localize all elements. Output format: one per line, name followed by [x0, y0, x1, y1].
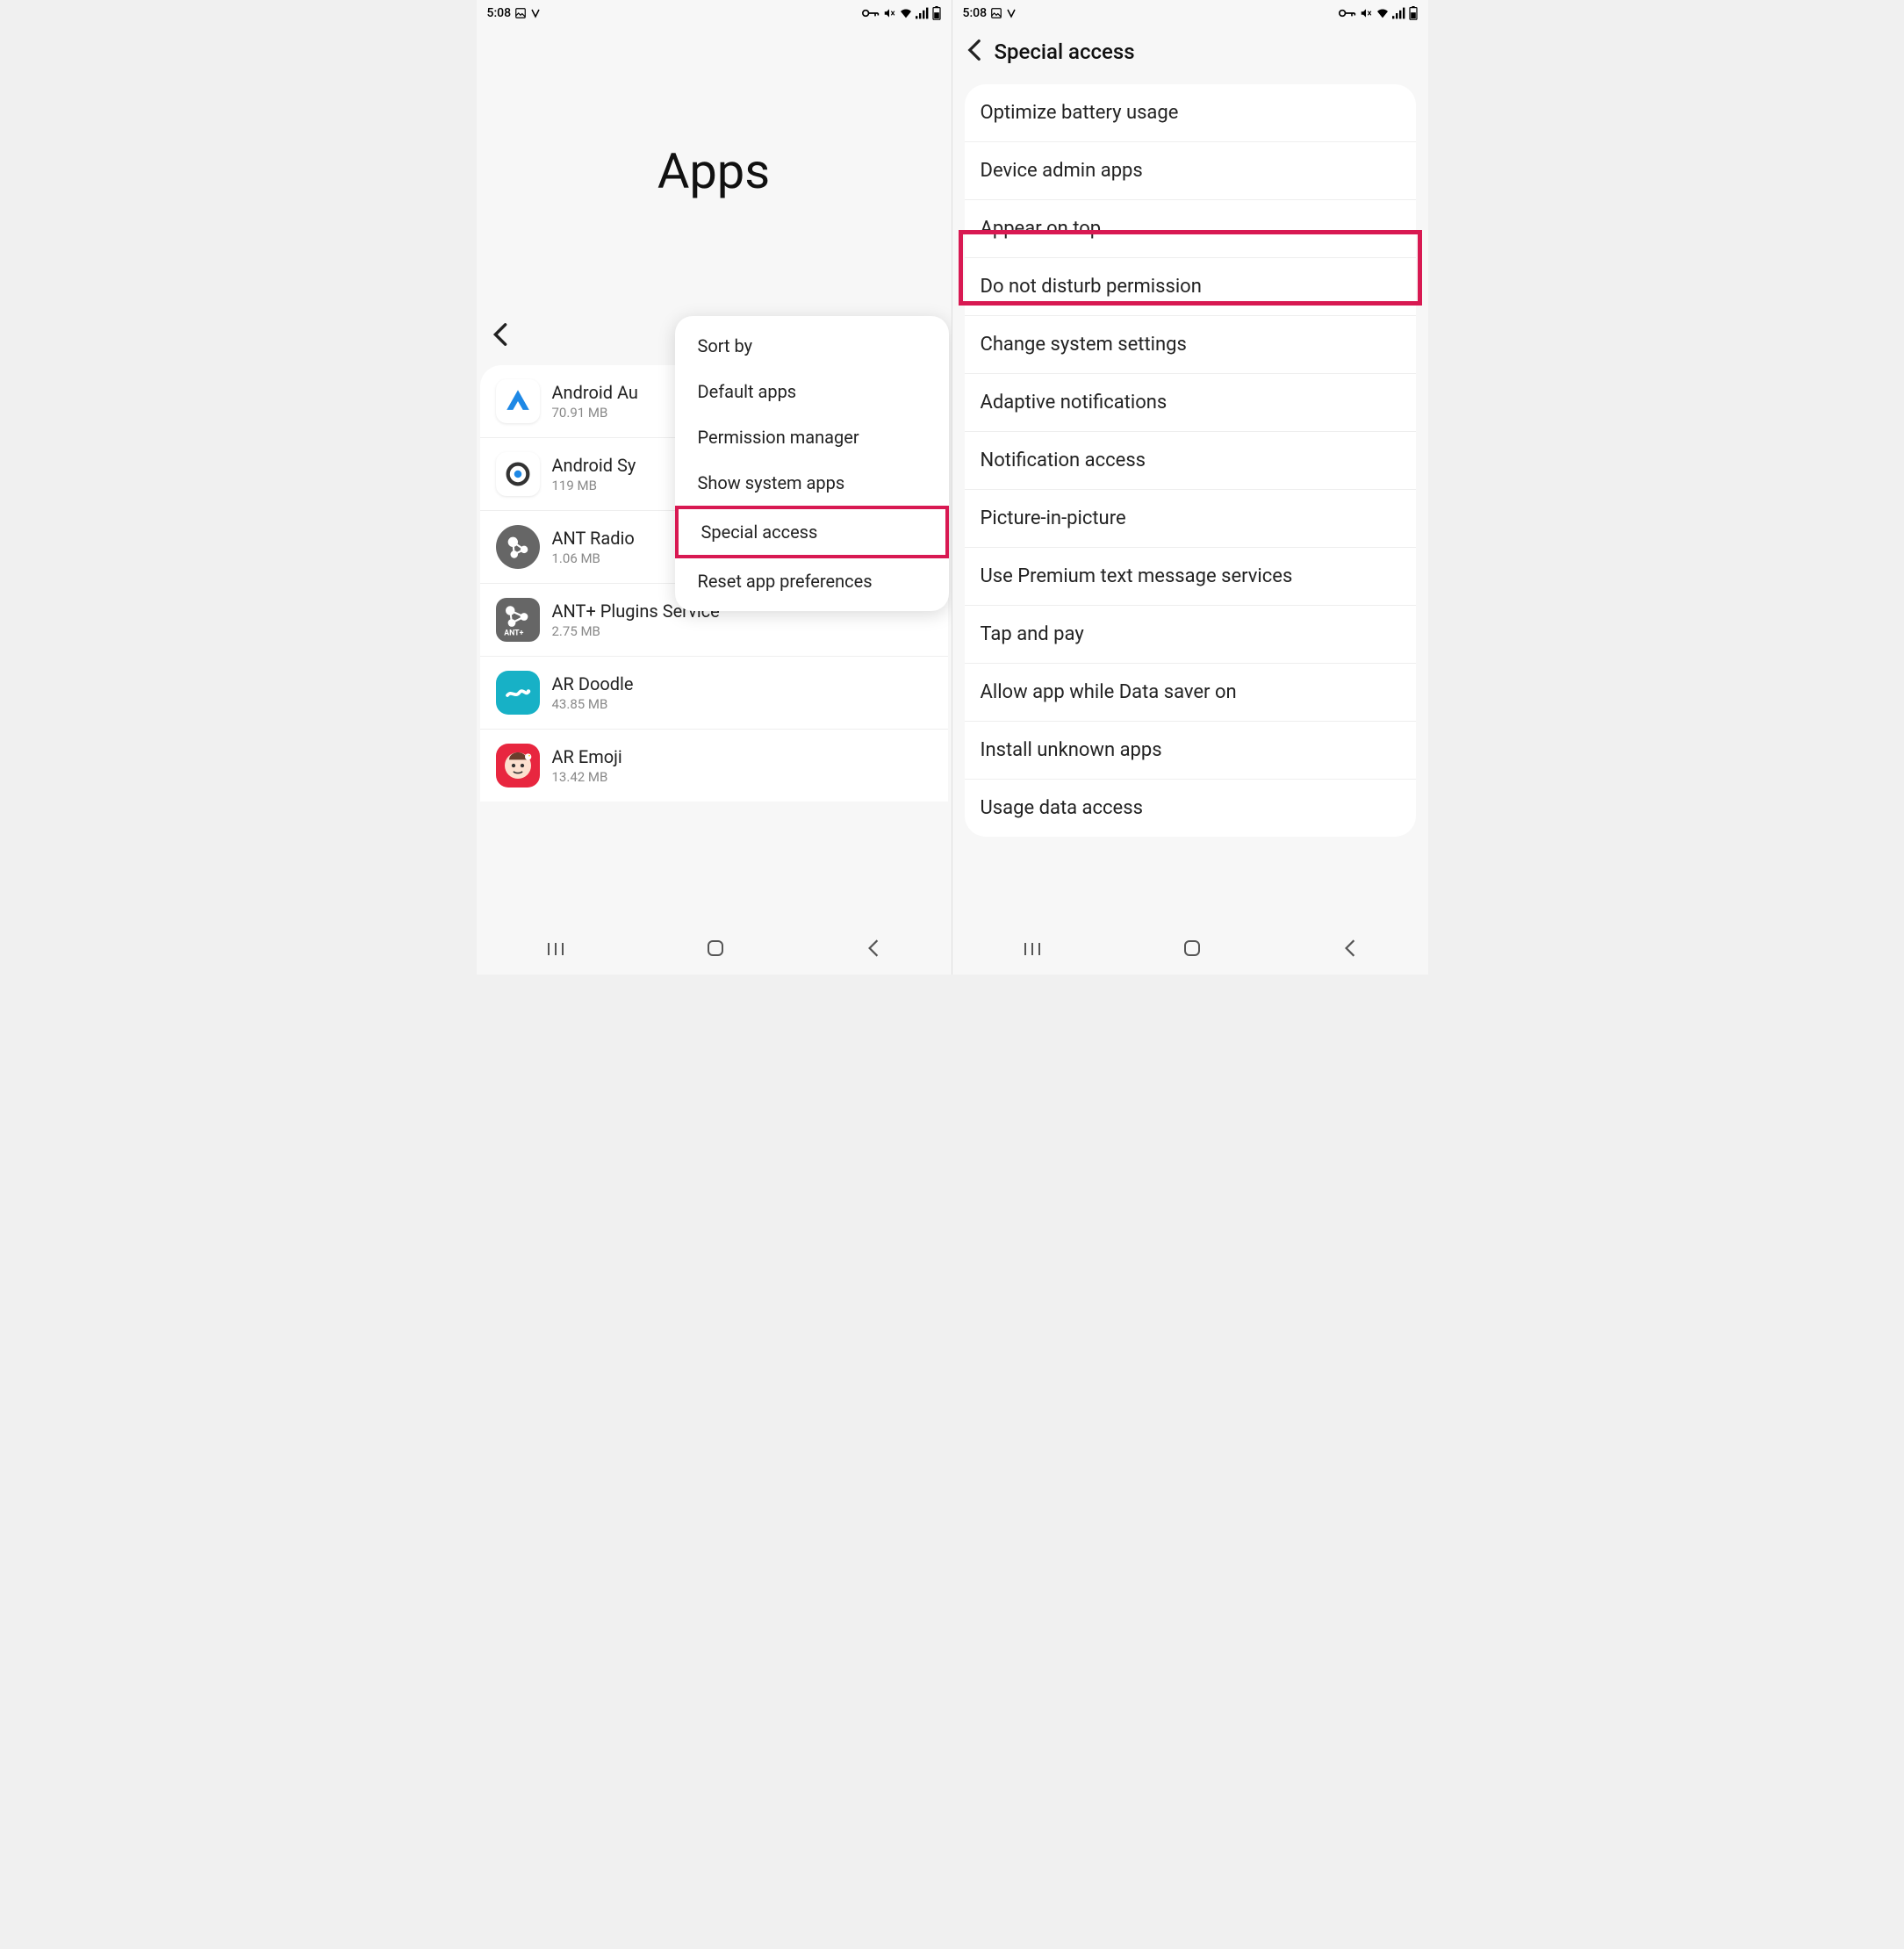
app-name: ANT Radio: [552, 528, 635, 549]
item-device-admin[interactable]: Device admin apps: [965, 142, 1416, 200]
header: Special access: [952, 26, 1428, 77]
battery-icon: [1409, 6, 1418, 20]
item-optimize-battery[interactable]: Optimize battery usage: [965, 84, 1416, 142]
app-icon-ar-emoji: [496, 744, 540, 788]
menu-special-access[interactable]: Special access: [675, 506, 949, 558]
app-name: Android Sy: [552, 455, 636, 476]
item-adaptive-notifications[interactable]: Adaptive notifications: [965, 374, 1416, 432]
app-size: 2.75 MB: [552, 623, 720, 639]
app-size: 43.85 MB: [552, 696, 634, 712]
home-button[interactable]: [1182, 939, 1202, 963]
status-time: 5:08: [963, 6, 988, 20]
item-data-saver[interactable]: Allow app while Data saver on: [965, 664, 1416, 722]
wifi-icon: [1376, 7, 1390, 19]
app-size: 70.91 MB: [552, 405, 638, 421]
image-icon: [514, 7, 527, 19]
phone-screen-apps: 5:08: [477, 0, 952, 974]
page-title: Special access: [995, 40, 1135, 64]
item-install-unknown[interactable]: Install unknown apps: [965, 722, 1416, 780]
item-appear-on-top[interactable]: Appear on top: [965, 200, 1416, 258]
item-change-system-settings[interactable]: Change system settings: [965, 316, 1416, 374]
app-size: 1.06 MB: [552, 550, 635, 566]
overflow-menu: Sort by Default apps Permission manager …: [675, 316, 949, 611]
volume-mute-icon: [1359, 7, 1373, 19]
checkmark-v-icon: [1006, 8, 1017, 18]
signal-icon: [1392, 7, 1406, 19]
special-access-list: Optimize battery usage Device admin apps…: [965, 84, 1416, 837]
recents-button[interactable]: [546, 940, 565, 962]
volume-mute-icon: [882, 7, 896, 19]
status-bar: 5:08: [477, 0, 952, 26]
battery-icon: [932, 6, 941, 20]
item-dnd-permission[interactable]: Do not disturb permission: [965, 258, 1416, 316]
navigation-bar: [477, 927, 952, 974]
back-button-nav[interactable]: [1342, 939, 1358, 963]
checkmark-v-icon: [530, 8, 541, 18]
home-button[interactable]: [706, 939, 725, 963]
app-size: 119 MB: [552, 478, 636, 493]
wifi-icon: [899, 7, 913, 19]
back-button[interactable]: [966, 39, 982, 65]
app-name: Android Au: [552, 382, 638, 403]
app-icon-ant-radio: [496, 525, 540, 569]
menu-show-system-apps[interactable]: Show system apps: [675, 460, 949, 506]
app-name: AR Emoji: [552, 746, 622, 767]
app-icon-webview: [496, 452, 540, 496]
image-icon: [990, 7, 1002, 19]
app-icon-android-auto: [496, 379, 540, 423]
back-button[interactable]: [492, 322, 508, 353]
page-title-wrap: Apps: [477, 26, 952, 316]
phone-screen-special-access: 5:08: [952, 0, 1428, 974]
status-time: 5:08: [487, 6, 512, 20]
recents-button[interactable]: [1023, 940, 1042, 962]
item-premium-sms[interactable]: Use Premium text message services: [965, 548, 1416, 606]
item-usage-data-access[interactable]: Usage data access: [965, 780, 1416, 837]
vpn-key-icon: [1339, 8, 1356, 18]
page-title: Apps: [657, 142, 770, 200]
app-row[interactable]: AR Emoji 13.42 MB: [480, 730, 948, 802]
svg-text:ANT+: ANT+: [504, 629, 523, 638]
status-bar: 5:08: [952, 0, 1428, 26]
app-size: 13.42 MB: [552, 769, 622, 785]
item-picture-in-picture[interactable]: Picture-in-picture: [965, 490, 1416, 548]
item-tap-and-pay[interactable]: Tap and pay: [965, 606, 1416, 664]
app-icon-ar-doodle: [496, 671, 540, 715]
app-name: AR Doodle: [552, 673, 634, 694]
item-notification-access[interactable]: Notification access: [965, 432, 1416, 490]
menu-permission-manager[interactable]: Permission manager: [675, 414, 949, 460]
app-icon-ant-plus: ANT+: [496, 598, 540, 642]
navigation-bar: [952, 927, 1428, 974]
back-button-nav[interactable]: [866, 939, 881, 963]
menu-default-apps[interactable]: Default apps: [675, 369, 949, 414]
vpn-key-icon: [862, 8, 880, 18]
menu-reset-app-preferences[interactable]: Reset app preferences: [675, 558, 949, 604]
menu-sort-by[interactable]: Sort by: [675, 323, 949, 369]
signal-icon: [916, 7, 930, 19]
app-row[interactable]: AR Doodle 43.85 MB: [480, 657, 948, 730]
